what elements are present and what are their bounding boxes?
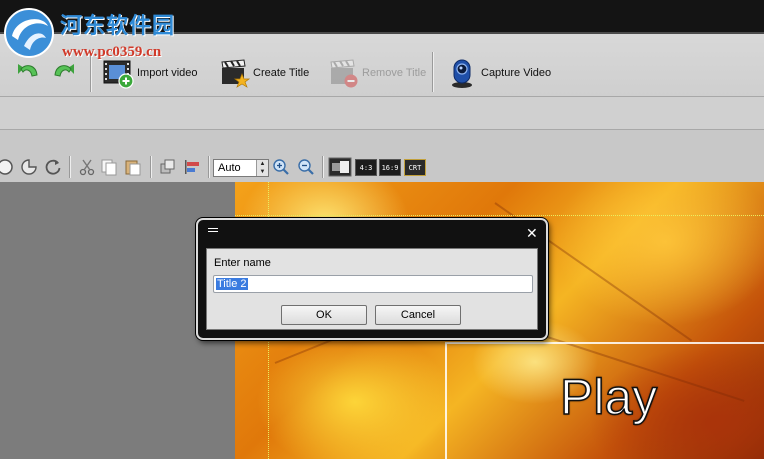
capture-video-button[interactable]: Capture Video [446,56,551,90]
rotate-left-icon[interactable] [20,158,38,176]
dialog-body: Enter name Title 2 OK Cancel [206,248,538,330]
zoom-spinner-icon[interactable]: ▲ ▼ [256,160,268,176]
zoom-level-value: Auto [218,162,241,174]
edit-toolbar-separator [322,156,324,178]
watermark-url: www.pc0359.cn [62,44,162,60]
edit-toolbar-separator [69,156,71,178]
ok-button[interactable]: OK [281,305,367,325]
film-add-icon [103,60,134,89]
safe-area-guide [235,215,764,216]
webcam-icon [452,59,472,88]
edit-toolbar-separator [150,156,152,178]
dialog-menu-icon[interactable] [208,228,218,238]
ratio-16-9-button[interactable]: 16:9 [379,159,401,176]
watermark-name: 河东软件园 [60,14,176,39]
zoom-out-icon[interactable] [297,158,315,176]
paste-icon[interactable] [124,158,142,176]
toolbar-separator [432,52,434,92]
circle-shape-icon[interactable] [0,158,14,176]
remove-title-button[interactable]: Remove Title [327,56,426,90]
enter-name-label: Enter name [214,257,271,269]
name-input[interactable]: Title 2 [213,275,533,293]
create-title-button[interactable]: Create Title [218,56,309,90]
align-icon[interactable] [183,158,201,176]
zoom-level-select[interactable]: Auto ▲ ▼ [213,159,269,177]
secondary-panel-band [0,97,764,130]
name-input-value: Title 2 [216,278,248,290]
remove-title-label: Remove Title [362,67,427,79]
rotate-right-icon[interactable] [44,158,62,176]
import-video-label: Import video [137,67,198,79]
edit-toolbar-separator [208,156,210,178]
clapperboard-remove-icon [330,59,358,88]
clapperboard-star-icon [221,59,250,88]
capture-video-label: Capture Video [481,67,552,79]
import-video-button[interactable]: Import video [102,56,198,90]
close-icon[interactable]: ✕ [526,226,538,240]
watermark-logo-icon [4,8,54,58]
cut-icon[interactable] [78,158,96,176]
cancel-button[interactable]: Cancel [375,305,461,325]
play-button-text[interactable]: Play [559,368,658,426]
crt-safe-area-button[interactable]: CRT [404,159,426,176]
create-title-label: Create Title [253,67,310,79]
zoom-in-icon[interactable] [272,158,290,176]
aspect-fit-icon[interactable] [328,157,352,177]
watermark: 河东软件园 www.pc0359.cn [0,2,210,60]
arrange-layers-icon[interactable] [159,158,177,176]
ratio-4-3-button[interactable]: 4:3 [355,159,377,176]
copy-icon[interactable] [100,158,118,176]
enter-name-dialog: ✕ Enter name Title 2 OK Cancel [196,218,548,340]
